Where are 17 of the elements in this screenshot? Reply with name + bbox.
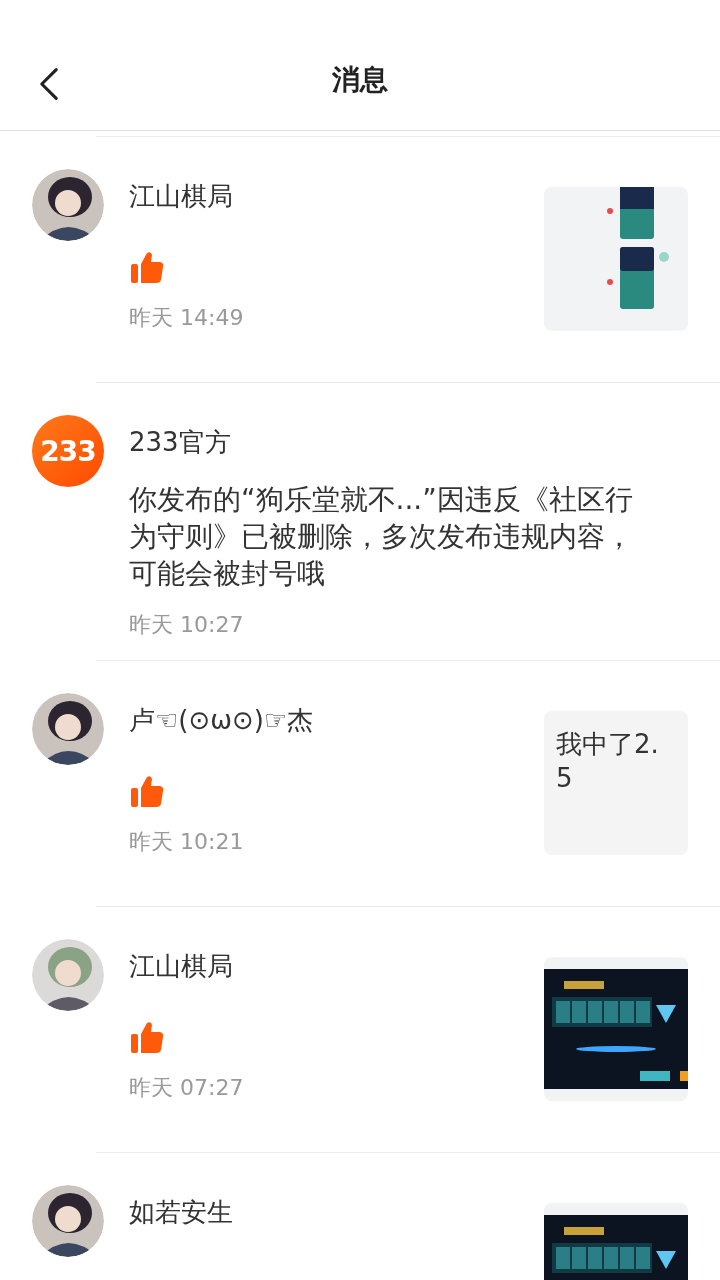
thumbs-up-icon xyxy=(129,249,165,285)
timestamp: 昨天 07:27 xyxy=(129,1074,245,1102)
timestamp: 昨天 14:49 xyxy=(129,304,245,332)
timestamp: 昨天 10:27 xyxy=(129,611,245,639)
thumbs-up-icon xyxy=(129,1019,165,1055)
message-text: 你发布的“狗乐堂就不...”因违反《社区行为守则》已被删除，多次发布违规内容，可能会被封号哦 xyxy=(129,482,634,592)
sender-name: 江山棋局 xyxy=(129,950,234,983)
page-title: 消息 xyxy=(332,62,388,98)
sender-name: 卢☜(⊙ω⊙)☞杰 xyxy=(129,704,315,737)
timestamp: 昨天 10:21 xyxy=(129,828,245,856)
sender-name: 如若安生 xyxy=(129,1196,234,1229)
preview-text: 我中了2.5 xyxy=(544,711,688,855)
thumbs-up-icon xyxy=(129,773,165,809)
logo-badge: 233 xyxy=(32,415,104,487)
sender-name: 江山棋局 xyxy=(129,180,234,213)
sender-name: 233官方 xyxy=(129,426,232,459)
back-icon[interactable] xyxy=(38,66,60,102)
